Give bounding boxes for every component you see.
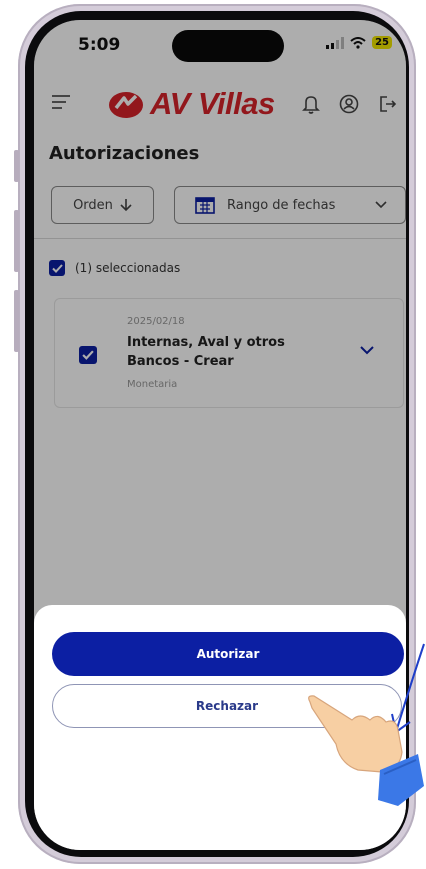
tap-hand-icon — [308, 695, 424, 806]
volume-up-button — [14, 210, 19, 272]
volume-down-button — [14, 290, 19, 352]
authorize-button[interactable]: Autorizar — [52, 632, 404, 676]
action-button — [14, 150, 19, 182]
